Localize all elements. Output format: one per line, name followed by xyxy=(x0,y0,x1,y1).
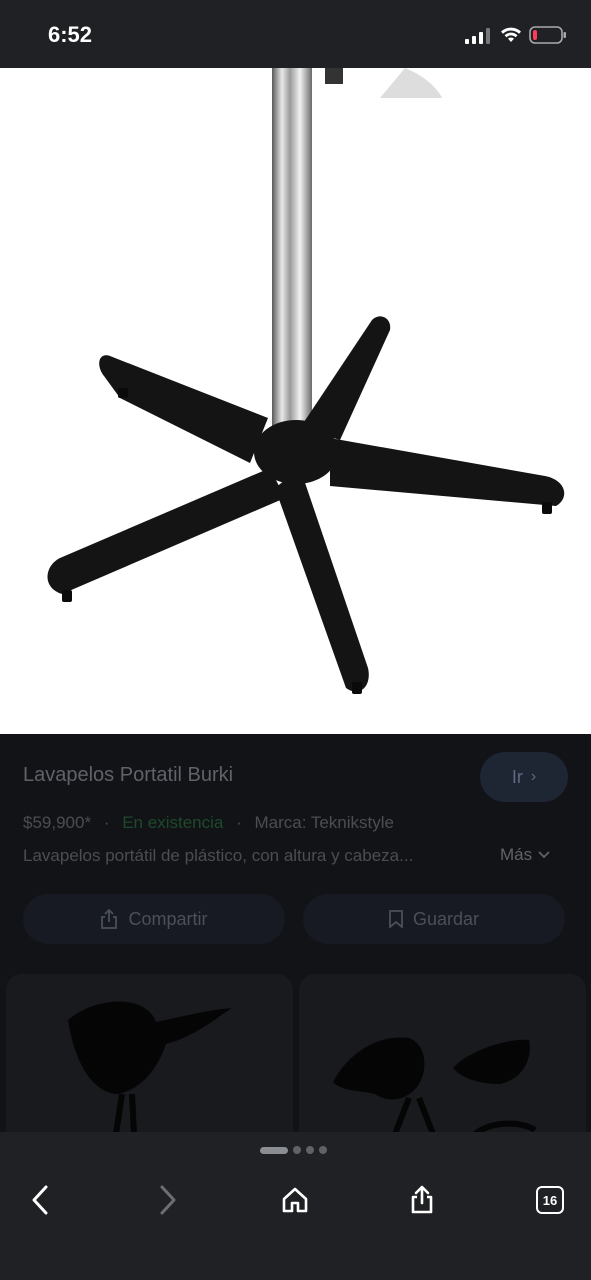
product-image[interactable] xyxy=(0,68,591,734)
tabs-icon: 16 xyxy=(536,1186,564,1214)
go-button[interactable]: Ir › xyxy=(480,752,568,802)
share-button[interactable]: Compartir xyxy=(23,894,285,944)
page-dot xyxy=(319,1146,327,1154)
tabs-button[interactable]: 16 xyxy=(530,1180,570,1220)
page-dot-active xyxy=(260,1146,288,1154)
forward-button[interactable] xyxy=(148,1180,188,1220)
back-icon xyxy=(32,1185,48,1215)
share-icon xyxy=(101,909,118,929)
signal-icon xyxy=(465,28,490,44)
share-page-button[interactable] xyxy=(402,1180,442,1220)
share-page-icon xyxy=(411,1185,433,1214)
product-description: Lavapelos portátil de plástico, con altu… xyxy=(23,846,414,865)
tab-count: 16 xyxy=(542,1192,558,1208)
forward-icon xyxy=(160,1185,176,1215)
bookmark-icon xyxy=(389,910,403,928)
back-button[interactable] xyxy=(20,1180,60,1220)
stock-status: En existencia xyxy=(122,813,224,832)
save-button[interactable]: Guardar xyxy=(303,894,565,944)
product-meta: $59,900* · En existencia · Marca: Teknik… xyxy=(23,813,394,833)
price: $59,900* xyxy=(23,813,92,832)
go-button-label: Ir xyxy=(511,766,523,787)
stand-base-image xyxy=(47,68,565,694)
page-dot xyxy=(293,1146,301,1154)
separator-dot: · xyxy=(236,813,242,832)
chevron-right-icon: › xyxy=(530,768,537,785)
brand: Marca: Teknikstyle xyxy=(254,813,394,832)
home-button[interactable] xyxy=(275,1180,315,1220)
share-label: Compartir xyxy=(128,908,208,929)
more-button[interactable]: Más xyxy=(500,845,550,865)
chevron-down-icon xyxy=(538,851,550,859)
page-dot xyxy=(306,1146,314,1154)
status-bar: 6:52 xyxy=(0,0,591,68)
home-icon xyxy=(282,1187,308,1213)
status-time: 6:52 xyxy=(48,22,93,47)
page-indicator xyxy=(260,1146,327,1154)
wifi-icon xyxy=(501,27,521,42)
save-label: Guardar xyxy=(412,908,480,929)
separator-dot: · xyxy=(103,813,110,832)
more-label: Más xyxy=(500,845,533,864)
product-title[interactable]: Lavapelos Portatil Burki xyxy=(23,764,233,787)
battery-icon xyxy=(529,26,566,44)
